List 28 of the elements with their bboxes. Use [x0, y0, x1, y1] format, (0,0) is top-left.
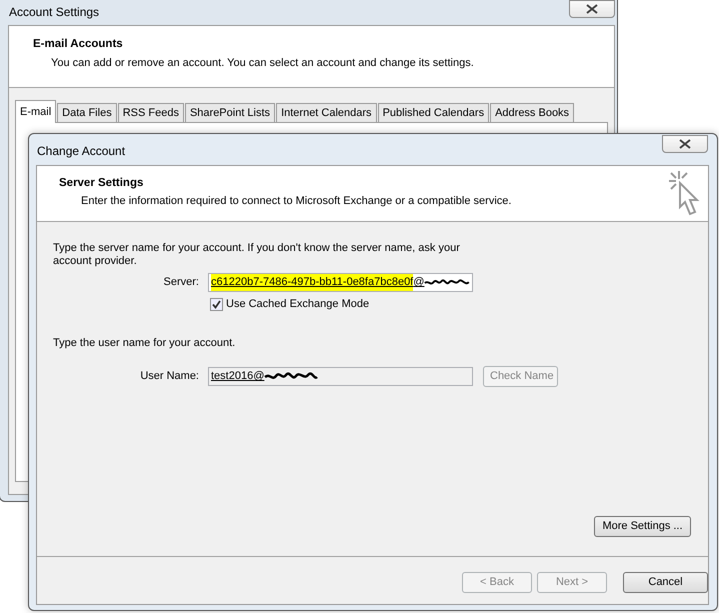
instruction-text: Type the server name for your account. If you don't know the server name, ask your account provider.: [53, 242, 461, 268]
window-title: Change Account: [37, 143, 126, 160]
close-icon: [586, 4, 598, 14]
checkbox-label: Use Cached Exchange Mode: [226, 297, 370, 312]
tab[interactable]: Published Calendars: [378, 103, 490, 122]
section-title: E-mail Accounts: [33, 37, 124, 52]
more-settings-button[interactable]: More Settings ...: [594, 516, 691, 537]
tab[interactable]: RSS Feeds: [118, 103, 184, 122]
tab[interactable]: E-mail: [15, 100, 56, 123]
tab[interactable]: Data Files: [57, 103, 117, 122]
wizard-button[interactable]: Cancel: [623, 572, 708, 593]
tab[interactable]: SharePoint Lists: [184, 103, 276, 122]
close-button[interactable]: [569, 0, 615, 18]
window-title: Account Settings: [9, 4, 100, 21]
tab[interactable]: Address Books: [490, 103, 574, 122]
field-label: Server:: [162, 275, 200, 290]
instruction-text: Type the user name for your account.: [53, 336, 236, 350]
section-title: Server Settings: [59, 176, 144, 191]
tab[interactable]: Internet Calendars: [276, 103, 377, 122]
redaction-scribble: [264, 372, 318, 382]
field-label: User Name:: [139, 369, 200, 384]
cursor-click-icon: [666, 169, 700, 217]
close-icon: [679, 139, 691, 149]
section-description: Enter the information required to connect to Microsoft Exchange or a compatible service.: [80, 194, 512, 210]
section-description: You can add or remove an account. You can select an account and change its settings.: [50, 56, 475, 72]
checkbox[interactable]: [210, 298, 223, 311]
close-button[interactable]: [662, 135, 708, 153]
redaction-scribble: [424, 278, 470, 288]
